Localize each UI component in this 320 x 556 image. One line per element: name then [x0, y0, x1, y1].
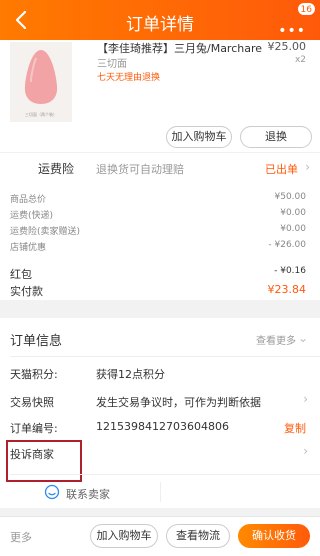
order-info-section: 订单信息 查看更多 ⌄ 天猫积分: 获得12点积分 交易快照 发生交易争议时，可… [0, 318, 320, 508]
cost-value: ¥0.00 [280, 224, 306, 234]
view-logistics-button[interactable]: 查看物流 [166, 524, 230, 548]
highlight-box [6, 440, 82, 482]
return-policy-tag: 七天无理由退换 [97, 73, 161, 83]
chat-smile-icon [44, 484, 60, 500]
shipping-insurance-row[interactable]: 运费险 退换货可自动理赔 已出单 › [0, 152, 320, 180]
shipping-insurance-label: 运费险 [38, 162, 75, 176]
order-info-title: 订单信息 [10, 334, 63, 349]
cost-label: 运费(快递) [10, 211, 54, 221]
add-to-cart-button[interactable]: 加入购物车 [166, 126, 232, 148]
paid-amount-value: ¥23.84 [267, 283, 307, 296]
view-more-link[interactable]: 查看更多 [256, 332, 296, 347]
return-exchange-button[interactable]: 退换 [240, 126, 312, 148]
contact-seller-label: 联系卖家 [66, 488, 110, 501]
chevron-right-icon: › [303, 444, 308, 458]
order-detail-page: 订单详情 ••• 16 三切面（两个装） 【李佳琦推荐】三月兔/Marchare… [0, 0, 320, 556]
top-bar: 订单详情 ••• 16 [0, 0, 320, 40]
product-card[interactable]: 三切面（两个装） 【李佳琦推荐】三月兔/Marchare ¥25.00 三切面 … [0, 40, 320, 152]
cost-row: 店铺优惠 - ¥26.00 [10, 240, 306, 254]
product-spec: 三切面 [97, 59, 127, 70]
tmall-points-label: 天猫积分: [10, 368, 58, 381]
copy-order-number-button[interactable]: 复制 [284, 420, 306, 436]
message-count-badge: 16 [296, 2, 316, 16]
confirm-receipt-button[interactable]: 确认收货 [238, 524, 310, 548]
add-to-cart-button[interactable]: 加入购物车 [90, 524, 158, 548]
red-packet-label: 红包 [10, 268, 32, 281]
product-quantity: x2 [294, 55, 306, 65]
sponge-egg-icon [24, 50, 58, 104]
chevron-down-icon: ⌄ [297, 331, 308, 345]
order-number-label: 订单编号: [10, 422, 58, 435]
cost-row: 运费(快递) ¥0.00 [10, 208, 306, 222]
chevron-right-icon: › [303, 392, 308, 406]
trade-snapshot-label[interactable]: 交易快照 [10, 394, 54, 410]
shipping-insurance-desc: 退换货可自动理赔 [96, 163, 184, 176]
chevron-right-icon: › [305, 160, 310, 174]
paid-amount-row: 实付款 ¥23.84 [10, 283, 306, 299]
contact-seller-button[interactable]: 联系卖家 [0, 478, 320, 508]
page-title: 订单详情 [126, 15, 194, 35]
cost-value: ¥0.00 [280, 208, 306, 218]
more-dots-icon: ••• [278, 23, 306, 39]
cost-value: ¥50.00 [274, 192, 307, 202]
tmall-points-value: 获得12点积分 [96, 368, 165, 381]
cost-value: - ¥26.00 [268, 240, 306, 250]
cost-row: 运费险(卖家赠送) ¥0.00 [10, 224, 306, 238]
cost-label: 商品总价 [10, 195, 47, 205]
bottom-action-bar: 更多 加入购物车 查看物流 确认收货 [0, 516, 320, 556]
red-packet-row: 红包 - ¥0.16 [10, 266, 306, 282]
trade-snapshot-desc[interactable]: 发生交易争议时，可作为判断依据 [96, 394, 261, 410]
divider [10, 356, 320, 357]
product-image-caption: 三切面（两个装） [25, 112, 57, 117]
product-image[interactable]: 三切面（两个装） [10, 42, 72, 122]
cost-row: 商品总价 ¥50.00 [10, 192, 306, 206]
cost-label: 店铺优惠 [10, 243, 47, 253]
divider [10, 474, 320, 475]
product-price: ¥25.00 [267, 40, 307, 53]
cost-summary: 商品总价 ¥50.00 运费(快递) ¥0.00 运费险(卖家赠送) ¥0.00… [0, 180, 320, 300]
paid-amount-label: 实付款 [10, 285, 43, 298]
shipping-insurance-status: 已出单 [265, 163, 298, 176]
order-number-value: 1215398412703604806 [96, 420, 229, 433]
more-actions-button[interactable]: 更多 [10, 529, 32, 545]
divider [160, 482, 161, 502]
red-packet-value: - ¥0.16 [274, 266, 306, 276]
product-name[interactable]: 【李佳琦推荐】三月兔/Marchare [97, 40, 267, 56]
cost-label: 运费险(卖家赠送) [10, 227, 81, 237]
